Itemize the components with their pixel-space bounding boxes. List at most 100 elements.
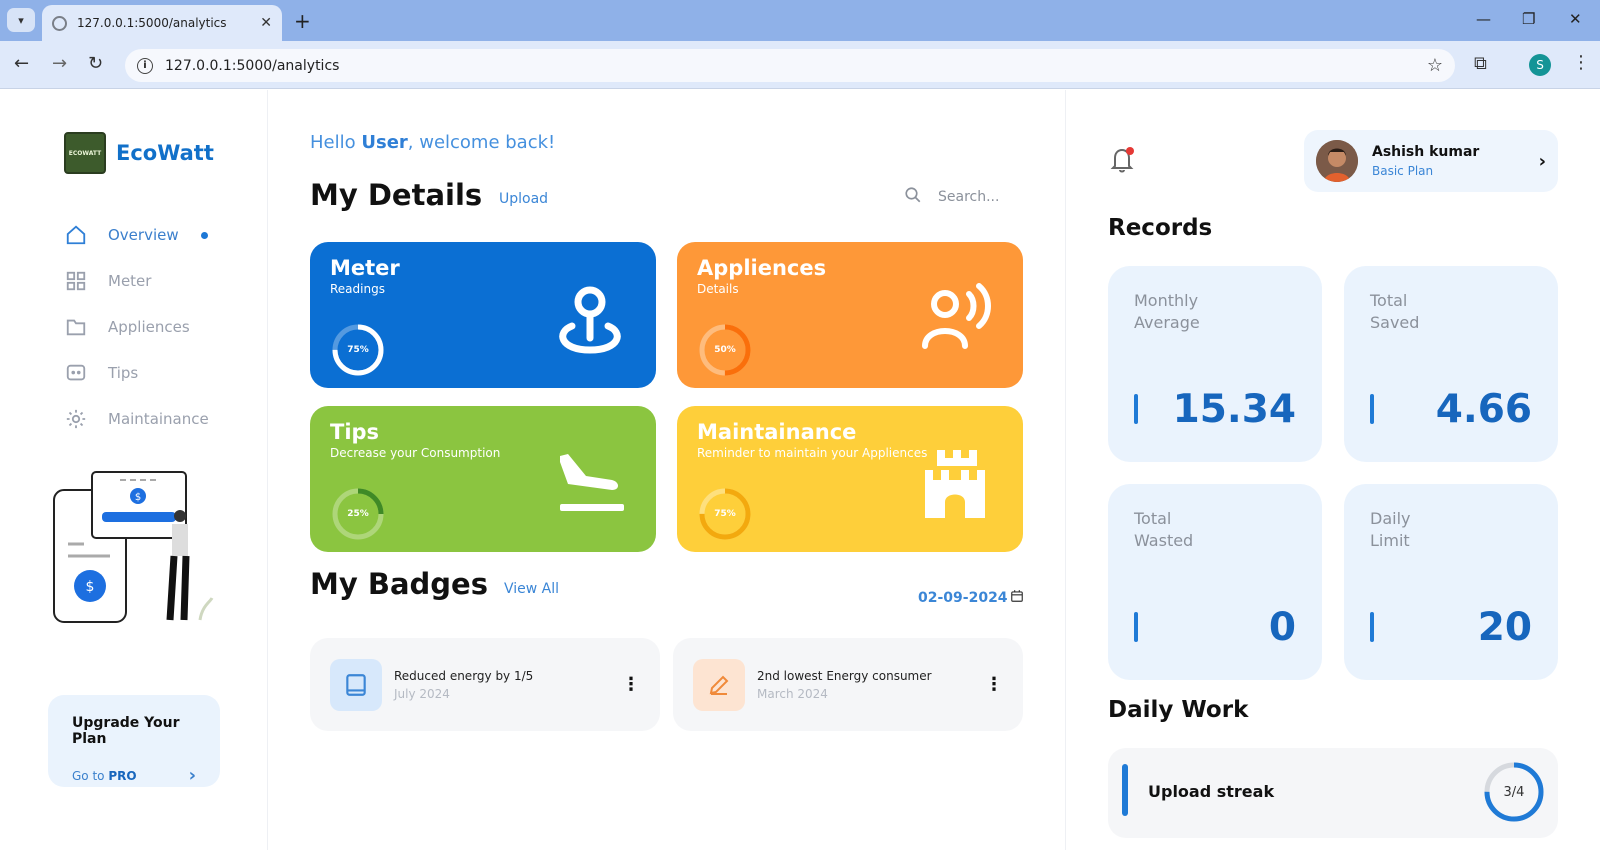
address-bar[interactable]: i 127.0.0.1:5000/analytics ☆ xyxy=(125,49,1455,82)
record-card-total-wasted: Total Wasted 0 xyxy=(1108,484,1322,680)
progress-label: 75% xyxy=(714,509,736,519)
date-value: 02-09-2024 xyxy=(918,590,1008,606)
restore-button[interactable]: ❐ xyxy=(1522,10,1535,28)
reload-button[interactable]: ↻ xyxy=(88,53,103,74)
payment-illustration: $ $ xyxy=(53,471,214,623)
badge-title: Reduced energy by 1/5 xyxy=(394,668,534,683)
sidebar-item-appliences[interactable]: Appliences xyxy=(64,304,209,350)
record-value: 15.34 xyxy=(1172,387,1296,432)
sidebar-item-overview[interactable]: Overview xyxy=(64,212,209,258)
view-all-link[interactable]: View All xyxy=(504,581,559,597)
go-to-pro-link[interactable]: Go to PRO › xyxy=(72,765,196,786)
window-close-button[interactable]: ✕ xyxy=(1569,10,1582,28)
svg-text:$: $ xyxy=(135,492,141,503)
location-pin-icon xyxy=(559,286,621,354)
bookmark-star-icon[interactable]: ☆ xyxy=(1427,55,1443,76)
search-box[interactable]: Search... xyxy=(904,186,999,208)
upgrade-plan-card[interactable]: Upgrade Your Plan Go to PRO › xyxy=(48,695,220,787)
brand-logo[interactable]: ECOWATT EcoWatt xyxy=(64,132,214,174)
record-accent-bar xyxy=(1134,394,1138,424)
record-label: Daily Limit xyxy=(1370,509,1411,550)
grid-icon xyxy=(64,269,88,293)
browser-menu-icon[interactable]: ⋮ xyxy=(1572,52,1590,73)
notification-bell-icon[interactable] xyxy=(1110,146,1136,174)
right-panel: Ashish kumar Basic Plan › Records Monthl… xyxy=(1066,90,1600,850)
record-accent-bar xyxy=(1370,612,1374,642)
record-card-daily-limit: Daily Limit 20 xyxy=(1344,484,1558,680)
site-info-icon[interactable]: i xyxy=(137,57,153,74)
record-card-monthly-average: Monthly Average 15.34 xyxy=(1108,266,1322,462)
pencil-icon xyxy=(693,658,745,711)
daily-work-card[interactable]: Upload streak 3/4 xyxy=(1108,748,1558,838)
badge-card[interactable]: Reduced energy by 1/5 July 2024 ⋮ xyxy=(310,638,660,731)
daily-work-title: Daily Work xyxy=(1108,697,1249,723)
avatar xyxy=(1316,140,1358,182)
sidebar-item-tips[interactable]: Tips xyxy=(64,350,209,396)
chevron-right-icon: › xyxy=(1538,150,1546,172)
tips-card[interactable]: Tips Decrease your Consumption 25% xyxy=(310,406,656,552)
castle-icon xyxy=(925,450,985,518)
date-picker[interactable]: 02-09-2024 xyxy=(918,589,1024,607)
ecowatt-logo: ECOWATT xyxy=(64,132,106,174)
app-root: ECOWATT EcoWatt Overview Meter Applience… xyxy=(0,90,1600,850)
card-title: Appliences xyxy=(697,256,827,280)
my-badges-title: My Badges xyxy=(310,567,488,601)
more-options-icon[interactable]: ⋮ xyxy=(985,674,1003,695)
browser-tab-strip: ▾ 127.0.0.1:5000/analytics ✕ + — ❐ ✕ xyxy=(0,0,1600,41)
forward-button[interactable]: → xyxy=(52,53,67,74)
record-label: Total Wasted xyxy=(1134,509,1194,550)
more-options-icon[interactable]: ⋮ xyxy=(622,674,640,695)
back-button[interactable]: ← xyxy=(14,53,29,74)
sidebar-item-label: Maintainance xyxy=(108,410,209,428)
pro-label: PRO xyxy=(108,768,137,783)
appliences-card[interactable]: Appliences Details 50% xyxy=(677,242,1023,388)
tab-search-dropdown-button[interactable]: ▾ xyxy=(7,8,35,32)
daily-work-accent-bar xyxy=(1122,764,1128,816)
chat-icon xyxy=(64,361,88,385)
url-text: 127.0.0.1:5000/analytics xyxy=(165,57,340,74)
records-title: Records xyxy=(1108,215,1213,241)
user-profile-card[interactable]: Ashish kumar Basic Plan › xyxy=(1304,130,1558,192)
calendar-icon xyxy=(1010,589,1024,607)
progress-label: 50% xyxy=(714,345,736,355)
search-input[interactable]: Search... xyxy=(938,189,999,205)
new-tab-button[interactable]: + xyxy=(294,9,311,33)
sidebar-item-label: Overview xyxy=(108,226,179,244)
book-icon xyxy=(330,658,382,711)
sidebar-item-maintainance[interactable]: Maintainance xyxy=(64,396,209,442)
greeting-user: User xyxy=(361,132,408,153)
home-icon xyxy=(64,223,88,247)
greeting-suffix: , welcome back! xyxy=(407,132,556,153)
streak-value: 3/4 xyxy=(1503,784,1525,800)
record-value: 4.66 xyxy=(1435,387,1532,432)
browser-toolbar: ← → ↻ i 127.0.0.1:5000/analytics ☆ xyxy=(0,41,1600,89)
record-card-total-saved: Total Saved 4.66 xyxy=(1344,266,1558,462)
upload-link[interactable]: Upload xyxy=(499,191,548,207)
tab-title: 127.0.0.1:5000/analytics xyxy=(77,16,227,30)
badge-date: July 2024 xyxy=(394,686,450,701)
badge-card[interactable]: 2nd lowest Energy consumer March 2024 ⋮ xyxy=(673,638,1023,731)
meter-card[interactable]: Meter Readings 75% xyxy=(310,242,656,388)
card-title: Tips xyxy=(330,420,380,444)
maintainance-card[interactable]: Maintainance Reminder to maintain your A… xyxy=(677,406,1023,552)
close-tab-icon[interactable]: ✕ xyxy=(260,15,272,31)
record-accent-bar xyxy=(1134,612,1138,642)
extensions-puzzle-icon[interactable]: ⧉ xyxy=(1474,53,1487,74)
brand-name: EcoWatt xyxy=(116,141,214,165)
sidebar-item-meter[interactable]: Meter xyxy=(64,258,209,304)
card-title: Meter xyxy=(330,256,400,280)
folder-icon xyxy=(64,315,88,339)
sidebar-nav: Overview Meter Appliences Tips Maintaina… xyxy=(64,212,209,442)
record-value: 20 xyxy=(1477,605,1532,650)
browser-tab[interactable]: 127.0.0.1:5000/analytics ✕ xyxy=(42,5,282,41)
browser-profile-avatar[interactable]: S xyxy=(1529,54,1551,76)
badge-title: 2nd lowest Energy consumer xyxy=(757,668,932,683)
user-name: Ashish kumar xyxy=(1372,144,1480,160)
minimize-button[interactable]: — xyxy=(1476,10,1491,28)
sidebar: ECOWATT EcoWatt Overview Meter Applience… xyxy=(0,90,268,850)
record-label: Monthly Average xyxy=(1134,291,1200,332)
sidebar-item-label: Tips xyxy=(108,364,139,382)
welcome-greeting: Hello User, welcome back! xyxy=(310,132,555,153)
globe-icon xyxy=(52,15,67,31)
active-indicator-dot xyxy=(200,231,208,239)
